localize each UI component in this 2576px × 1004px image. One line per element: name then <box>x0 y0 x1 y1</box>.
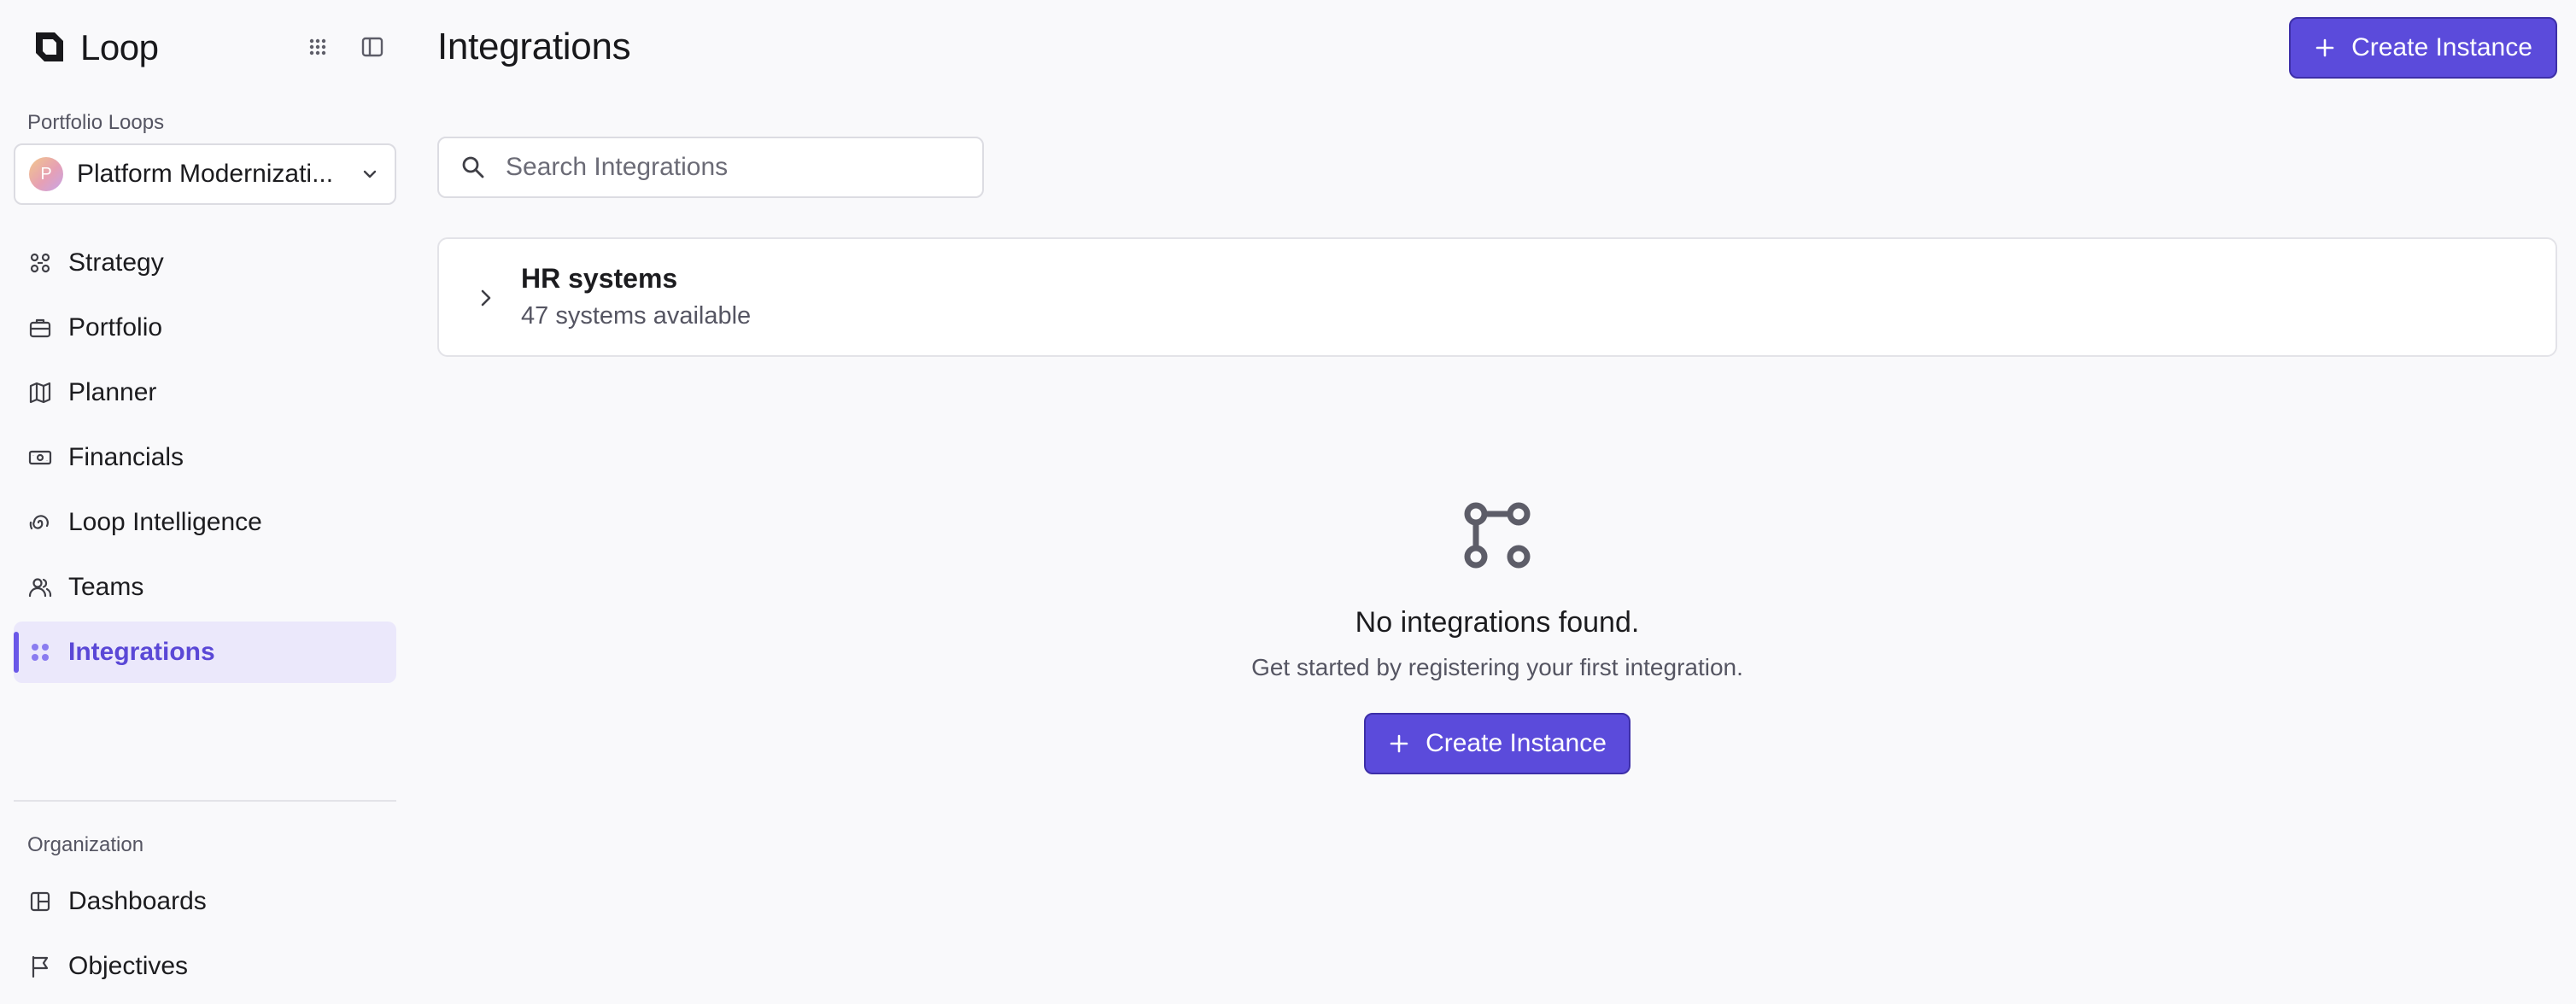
flag-icon <box>32 955 49 978</box>
portfolio-loops-label: Portfolio Loops <box>27 111 165 134</box>
sidebar-item-label: Strategy <box>68 248 164 277</box>
avatar: P <box>29 157 63 191</box>
spiral-icon <box>29 515 49 530</box>
sidebar-item-planner[interactable]: Planner <box>14 362 396 423</box>
selected-loop-name: Platform Modernizati... <box>77 160 334 188</box>
group-subtitle: 47 systems available <box>521 302 752 330</box>
sidebar-item-dashboards[interactable]: Dashboards <box>14 871 396 932</box>
sidebar-item-loop-intelligence[interactable]: Loop Intelligence <box>14 492 396 553</box>
grid-dots-icon <box>32 644 49 661</box>
sidebar-divider <box>14 800 396 802</box>
sidebar-item-label: Portfolio <box>68 313 163 341</box>
sidebar-item-objectives[interactable]: Objectives <box>14 936 396 997</box>
empty-state-title: No integrations found. <box>1355 606 1640 639</box>
sidebar-item-label: Teams <box>68 573 144 601</box>
sidebar-item-strategy[interactable]: Strategy <box>14 232 396 294</box>
empty-create-instance-button[interactable]: Create Instance <box>1364 713 1630 774</box>
git-branch-icon <box>1464 502 1531 569</box>
app-root: Loop Portfolio Loops P Platform Moderniz… <box>0 0 2576 1004</box>
page-title: Integrations <box>437 26 631 67</box>
plus-icon <box>1390 734 1408 753</box>
plus-icon <box>2315 38 2334 57</box>
apps-grid-icon <box>309 38 326 55</box>
sidebar-item-label: Planner <box>68 378 157 406</box>
sidebar-item-portfolio[interactable]: Portfolio <box>14 297 396 359</box>
sidebar-item-label: Integrations <box>68 638 215 666</box>
map-icon <box>29 382 51 404</box>
organization-label: Organization <box>27 833 144 856</box>
sidebar: Loop Portfolio Loops P Platform Moderniz… <box>0 0 410 1004</box>
sidebar-toggle-icon <box>361 37 383 57</box>
app-name: Loop <box>80 27 159 67</box>
loop-logo-icon <box>36 32 63 61</box>
create-instance-label: Create Instance <box>1426 729 1607 757</box>
portfolio-loop-select[interactable]: P Platform Modernizati... <box>14 143 396 205</box>
users-icon <box>28 578 52 598</box>
search-input[interactable] <box>506 153 967 182</box>
search-icon <box>462 156 484 178</box>
chevron-down-icon <box>363 170 377 178</box>
create-instance-button[interactable]: Create Instance <box>2289 17 2557 79</box>
strategy-icon <box>30 253 50 273</box>
banknote-icon <box>28 450 52 465</box>
sidebar-item-teams[interactable]: Teams <box>14 557 396 618</box>
sidebar-item-label: Objectives <box>68 952 189 980</box>
create-instance-label: Create Instance <box>2351 33 2532 61</box>
sidebar-item-label: Loop Intelligence <box>68 508 262 536</box>
toggle-sidebar-button[interactable] <box>358 32 387 61</box>
apps-grid-button[interactable] <box>303 32 332 61</box>
empty-state-description: Get started by registering your first in… <box>1251 654 1743 680</box>
briefcase-icon <box>29 318 51 338</box>
sidebar-item-label: Dashboards <box>68 887 207 915</box>
group-title: HR systems <box>521 263 678 294</box>
logo[interactable]: Loop <box>29 27 159 68</box>
dashboard-icon <box>30 891 50 912</box>
integration-group-hr-systems[interactable]: HR systems 47 systems available <box>437 237 2557 357</box>
sidebar-item-financials[interactable]: Financials <box>14 427 396 488</box>
sidebar-item-integrations[interactable]: Integrations <box>14 622 396 683</box>
chevron-right-icon[interactable] <box>473 285 499 311</box>
sidebar-item-label: Financials <box>68 443 184 471</box>
search-field[interactable] <box>437 137 984 198</box>
